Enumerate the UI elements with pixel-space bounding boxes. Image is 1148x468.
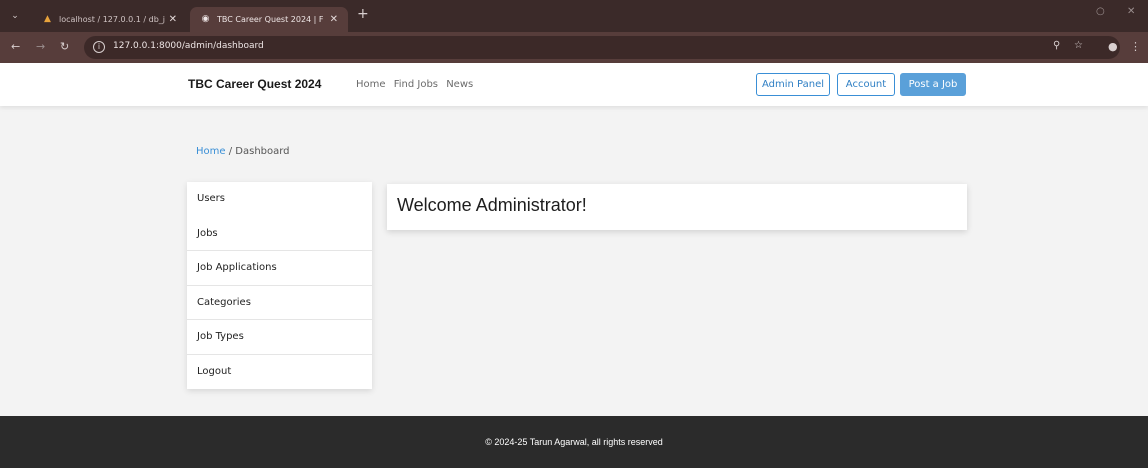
sidebar-item-job-applications[interactable]: Job Applications <box>187 251 372 286</box>
menu-kebab-icon[interactable]: ⋮ <box>1130 40 1141 54</box>
url-text: 127.0.0.1:8000/admin/dashboard <box>113 41 264 51</box>
tab-title: localhost / 127.0.0.1 / db_job_p <box>59 15 165 24</box>
phpmyadmin-icon: ▲ <box>44 14 51 24</box>
breadcrumb-home-link[interactable]: Home <box>196 146 226 157</box>
tab-search-chevron-icon[interactable]: ⌄ <box>8 9 22 23</box>
nav-home-link[interactable]: Home <box>356 79 386 90</box>
admin-sidebar: Users Jobs Job Applications Categories J… <box>187 182 372 389</box>
nav-news-link[interactable]: News <box>446 79 473 90</box>
zoom-icon[interactable]: ⚲ <box>1053 40 1060 51</box>
profile-icon[interactable]: ● <box>1108 40 1118 54</box>
tab-title: TBC Career Quest 2024 | Find Jo <box>217 15 323 24</box>
minimize-icon[interactable]: ○ <box>1096 6 1105 17</box>
globe-icon: ◉ <box>201 14 210 24</box>
reload-icon[interactable]: ↻ <box>60 40 69 54</box>
forward-icon[interactable]: → <box>36 40 45 54</box>
breadcrumb: Home / Dashboard <box>196 146 290 157</box>
site-brand[interactable]: TBC Career Quest 2024 <box>188 77 321 91</box>
welcome-card: Welcome Administrator! <box>387 184 967 230</box>
site-footer: © 2024-25 Tarun Agarwal, all rights rese… <box>0 416 1148 468</box>
footer-copyright: © 2024-25 Tarun Agarwal, all rights rese… <box>485 437 663 447</box>
sidebar-item-jobs[interactable]: Jobs <box>187 217 372 251</box>
welcome-heading: Welcome Administrator! <box>397 195 587 215</box>
back-icon[interactable]: ← <box>11 40 20 54</box>
account-button[interactable]: Account <box>837 73 895 96</box>
browser-tab-strip: ⌄ ▲ localhost / 127.0.0.1 / db_job_p ✕ ◉ T… <box>0 0 1148 32</box>
browser-tab-career-quest[interactable]: ◉ TBC Career Quest 2024 | Find Jo ✕ <box>190 7 348 32</box>
new-tab-button[interactable]: + <box>357 6 369 22</box>
sidebar-item-logout[interactable]: Logout <box>187 355 372 390</box>
main-nav: Home Find Jobs News <box>356 79 478 90</box>
bookmark-star-icon[interactable]: ☆ <box>1074 40 1083 51</box>
browser-toolbar: ← → ↻ i 127.0.0.1:8000/admin/dashboard ⚲… <box>0 32 1148 63</box>
close-icon[interactable]: ✕ <box>169 7 177 32</box>
breadcrumb-current: Dashboard <box>235 146 290 157</box>
sidebar-item-categories[interactable]: Categories <box>187 286 372 320</box>
browser-tab-phpmyadmin[interactable]: ▲ localhost / 127.0.0.1 / db_job_p ✕ <box>32 7 187 32</box>
post-a-job-button[interactable]: Post a Job <box>900 73 966 96</box>
sidebar-item-users[interactable]: Users <box>187 182 372 217</box>
window-close-icon[interactable]: ✕ <box>1127 6 1135 17</box>
breadcrumb-separator: / <box>228 146 233 157</box>
address-bar[interactable]: i 127.0.0.1:8000/admin/dashboard ⚲ ☆ <box>84 36 1120 59</box>
nav-find-jobs-link[interactable]: Find Jobs <box>394 79 438 90</box>
site-header: TBC Career Quest 2024 Home Find Jobs New… <box>0 63 1148 106</box>
close-icon[interactable]: ✕ <box>330 7 338 32</box>
sidebar-item-job-types[interactable]: Job Types <box>187 320 372 355</box>
site-info-icon[interactable]: i <box>93 41 105 53</box>
admin-panel-button[interactable]: Admin Panel <box>756 73 830 96</box>
